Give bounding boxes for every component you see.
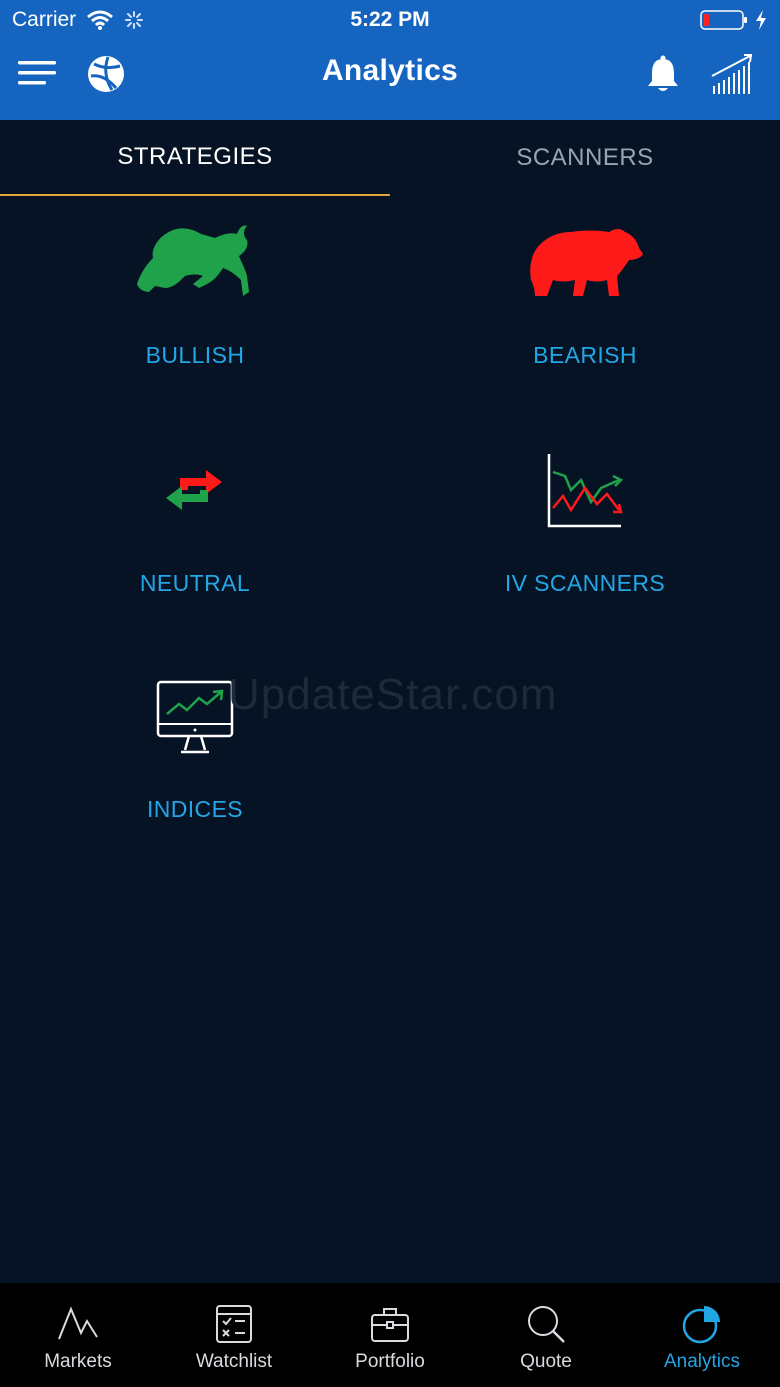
status-left: Carrier xyxy=(12,8,144,32)
nav-label-analytics: Analytics xyxy=(663,1351,741,1372)
nav-label-portfolio: Portfolio xyxy=(355,1351,425,1372)
tab-strategies[interactable]: STRATEGIES xyxy=(0,120,390,196)
charging-bolt-icon xyxy=(756,10,766,30)
battery-icon xyxy=(700,10,747,30)
app-header: Analytics xyxy=(0,40,780,120)
bull-icon xyxy=(130,212,260,312)
search-icon xyxy=(528,1306,565,1343)
tile-neutral[interactable]: NEUTRAL xyxy=(0,440,390,640)
nav-label-quote: Quote xyxy=(520,1351,572,1372)
nav-markets[interactable]: Markets xyxy=(0,1283,156,1387)
carrier-label: Carrier xyxy=(12,8,77,31)
pie-chart-icon xyxy=(682,1306,720,1344)
tile-label-neutral: NEUTRAL xyxy=(139,570,251,596)
line-chart-icon xyxy=(520,440,650,540)
arrows-icon xyxy=(130,440,260,540)
briefcase-icon xyxy=(371,1308,409,1342)
bell-icon[interactable] xyxy=(644,54,682,94)
nav-label-markets: Markets xyxy=(44,1351,112,1372)
tile-label-bullish: BULLISH xyxy=(145,342,245,368)
tile-iv-scanners[interactable]: IV SCANNERS xyxy=(390,440,780,640)
markets-icon xyxy=(58,1306,98,1340)
nav-label-watchlist: Watchlist xyxy=(195,1351,273,1372)
tile-label-bearish: BEARISH xyxy=(533,342,637,368)
status-right xyxy=(700,9,768,31)
tile-bearish[interactable]: BEARISH xyxy=(390,212,780,412)
watchlist-icon xyxy=(216,1305,252,1343)
signal-chart-icon[interactable] xyxy=(710,52,756,96)
nav-watchlist[interactable]: Watchlist xyxy=(156,1283,312,1387)
tile-label-indices: INDICES xyxy=(146,796,244,822)
bear-icon xyxy=(520,212,650,312)
tab-bar: STRATEGIES SCANNERS xyxy=(0,120,780,196)
nav-analytics[interactable]: Analytics xyxy=(624,1283,780,1387)
wifi-icon xyxy=(87,10,114,30)
nav-portfolio[interactable]: Portfolio xyxy=(312,1283,468,1387)
tile-label-iv-scanners: IV SCANNERS xyxy=(504,570,666,596)
loading-spinner-icon xyxy=(125,11,144,29)
tab-scanners[interactable]: SCANNERS xyxy=(390,120,780,196)
status-bar: Carrier 5:22 PM xyxy=(0,0,780,40)
watermark: UpdateStar.com xyxy=(228,670,558,719)
nav-quote[interactable]: Quote xyxy=(468,1283,624,1387)
bottom-nav: Markets Watchlist Portfolio Quote Analyt… xyxy=(0,1283,780,1387)
tile-bullish[interactable]: BULLISH xyxy=(0,212,390,412)
